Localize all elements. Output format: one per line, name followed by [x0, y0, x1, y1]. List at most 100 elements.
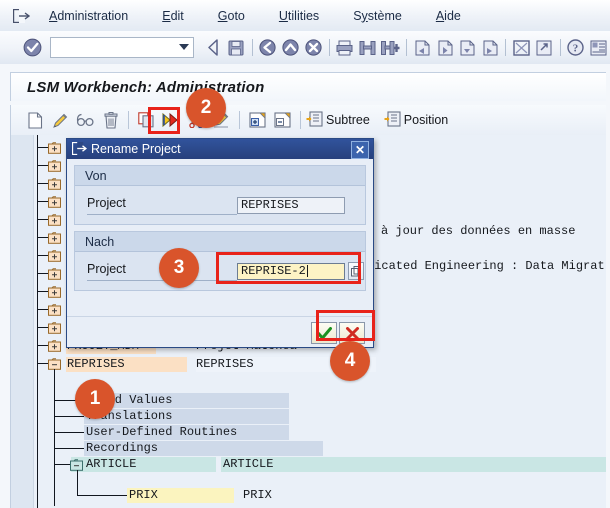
tree-row-name-recordings[interactable]: Recordings — [86, 441, 158, 456]
group-nach: Nach Project REPRISE-2 — [74, 231, 366, 291]
edit-pencil-icon[interactable] — [49, 108, 72, 132]
text-caret — [306, 265, 308, 277]
cancel-x-icon[interactable] — [303, 37, 324, 59]
screen-title-bar: LSM Workbench: Administration — [10, 72, 606, 101]
page-title: LSM Workbench: Administration — [27, 78, 265, 96]
position-label: Position — [403, 113, 449, 127]
close-icon[interactable]: ✕ — [351, 141, 369, 159]
field-row-von-project: Project REPRISES — [75, 186, 365, 224]
toolbar-separator — [128, 111, 129, 129]
tree-row-name-article[interactable]: ARTICLE — [86, 457, 136, 472]
last-page-icon[interactable] — [480, 37, 501, 59]
folder-closed-plus-icon[interactable] — [48, 285, 61, 298]
folder-closed-plus-icon[interactable] — [48, 177, 61, 190]
help-icon[interactable]: ? — [566, 37, 587, 59]
toolbar-separator — [239, 111, 240, 129]
folder-closed-plus-icon[interactable] — [48, 249, 61, 262]
menu-label-systeme-pre: S — [353, 8, 362, 23]
find-icon[interactable] — [357, 37, 378, 59]
menu-label-goto: oto — [227, 8, 245, 23]
step-marker-2: 2 — [186, 88, 226, 128]
folder-closed-plus-icon[interactable] — [48, 303, 61, 316]
group-von: Von Project REPRISES — [74, 165, 366, 225]
rename-transport-icon[interactable] — [160, 108, 183, 132]
folder-closed-plus-icon[interactable] — [48, 321, 61, 334]
save-icon[interactable] — [226, 37, 247, 59]
dialog-titlebar[interactable]: Rename Project ✕ — [67, 139, 373, 159]
folder-closed-plus-icon[interactable] — [48, 213, 61, 226]
create-shortcut-icon[interactable] — [534, 37, 555, 59]
menu-bar: Administration Edit Goto Utilities Systè… — [0, 0, 610, 32]
subtree-label: Subtree — [326, 113, 370, 127]
step-marker-1: 1 — [75, 379, 115, 419]
folder-closed-plus-icon[interactable] — [48, 159, 61, 172]
exit-arrow-icon[interactable] — [8, 6, 34, 26]
expand-node-icon[interactable] — [246, 108, 269, 132]
customize-layout-icon[interactable] — [588, 37, 609, 59]
menu-item-systeme[interactable]: Système — [344, 7, 411, 25]
chevron-down-icon[interactable] — [179, 44, 190, 50]
screen-title-area: LSM Workbench: Administration — [0, 64, 610, 102]
back-arrow-icon[interactable] — [203, 37, 224, 59]
command-input[interactable] — [50, 39, 176, 56]
find-next-icon[interactable] — [380, 37, 401, 59]
menu-accel-utilities: U — [278, 8, 288, 23]
field-row-nach-project: Project REPRISE-2 — [75, 252, 365, 290]
new-session-icon[interactable] — [511, 37, 532, 59]
subtree-button[interactable]: Subtree — [306, 110, 370, 130]
menu-accel-goto: G — [217, 8, 228, 23]
position-icon — [384, 110, 401, 130]
tree-row-desc-article: ARTICLE — [223, 457, 274, 471]
step-marker-2-label: 2 — [200, 97, 212, 118]
row-desc-highlight-article — [221, 457, 606, 472]
print-icon[interactable] — [335, 37, 356, 59]
step-marker-4: 4 — [330, 341, 370, 381]
exit-up-icon[interactable] — [280, 37, 301, 59]
collapse-node-icon[interactable] — [271, 108, 294, 132]
copy-icon[interactable] — [135, 108, 158, 132]
menu-item-edit[interactable]: Edit — [153, 7, 193, 25]
tree-row-name-reprises[interactable]: REPRISES — [67, 357, 125, 372]
step-marker-1-label: 1 — [89, 388, 101, 409]
group-label-nach: Nach — [85, 234, 115, 249]
label-von-project: Project — [87, 196, 237, 215]
folder-closed-plus-icon[interactable] — [48, 267, 61, 280]
folder-closed-plus-icon[interactable] — [48, 195, 61, 208]
menu-item-administration[interactable]: Administration — [40, 7, 137, 25]
exit-arrow-icon[interactable] — [71, 141, 88, 158]
tree-row-name-prix[interactable]: PRIX — [129, 488, 158, 503]
rename-project-dialog[interactable]: Rename Project ✕ Von Project REPRISES Na… — [66, 138, 374, 348]
toolbar-separator — [405, 39, 407, 56]
confirm-button[interactable] — [311, 322, 337, 344]
display-glasses-icon[interactable] — [74, 108, 97, 132]
step-marker-3-label: 3 — [173, 257, 185, 278]
new-document-icon[interactable] — [24, 108, 47, 132]
previous-page-icon[interactable] — [434, 37, 455, 59]
input-nach-project-value: REPRISE-2 — [241, 264, 306, 278]
matchcode-icon[interactable] — [348, 262, 364, 280]
first-page-icon[interactable] — [412, 37, 433, 59]
command-field[interactable] — [49, 37, 195, 58]
menu-accel-edit: E — [162, 8, 171, 23]
position-button[interactable]: Position — [384, 110, 449, 130]
menu-item-utilities[interactable]: Utilities — [270, 7, 328, 25]
menu-item-goto[interactable]: Goto — [209, 7, 254, 25]
folder-closed-plus-icon[interactable] — [48, 141, 61, 154]
sap-gui-window: Administration Edit Goto Utilities Systè… — [0, 0, 610, 508]
folder-open-minus-icon[interactable] — [48, 357, 61, 370]
standard-toolbar: ? — [0, 31, 610, 65]
enter-check-icon[interactable] — [22, 37, 44, 59]
folder-open-minus-icon[interactable] — [70, 458, 83, 471]
group-label-von: Von — [85, 168, 107, 183]
back-green-icon[interactable] — [258, 37, 279, 59]
tree-row-desc-prix: PRIX — [243, 488, 272, 502]
menu-item-aide[interactable]: Aide — [427, 7, 470, 25]
next-page-icon[interactable] — [457, 37, 478, 59]
folder-closed-plus-icon[interactable] — [48, 339, 61, 352]
delete-trash-icon[interactable] — [99, 108, 122, 132]
folder-closed-plus-icon[interactable] — [48, 231, 61, 244]
input-nach-project[interactable]: REPRISE-2 — [237, 262, 345, 280]
tree-row-name-user-defined-routines[interactable]: User-Defined Routines — [86, 425, 237, 440]
input-von-project: REPRISES — [237, 196, 345, 214]
background-text-line-1: à jour des données en masse — [381, 224, 576, 238]
